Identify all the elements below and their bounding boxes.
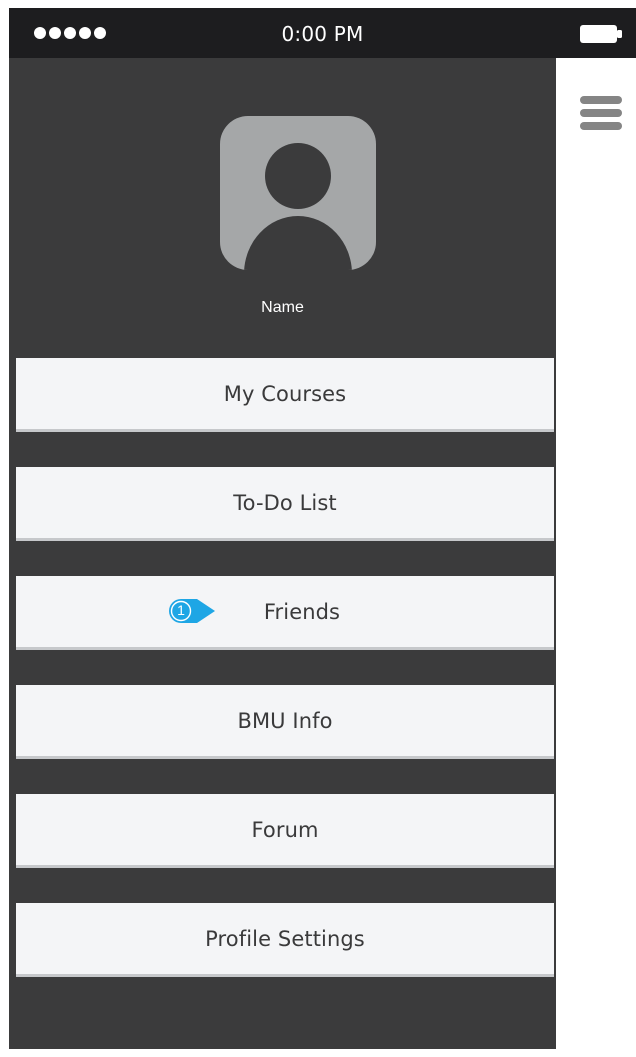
menu-item-to-do-list[interactable]: To-Do List [16,467,554,541]
hamburger-icon[interactable] [580,96,622,130]
phone-screen: 0:00 PM Name My Courses To-Do List 1 Fri… [9,8,636,1049]
menu-item-label: BMU Info [237,708,333,733]
menu-item-label: To-Do List [233,490,337,515]
annotation-marker-icon: 1 [169,595,219,627]
menu-item-label: Forum [251,817,319,842]
profile-name: Name [261,299,304,316]
menu-item-label: Friends [263,599,341,624]
menu-item-bmu-info[interactable]: BMU Info [16,685,554,759]
hamburger-bar [580,122,622,130]
status-bar: 0:00 PM [9,8,636,58]
menu-item-friends[interactable]: 1 Friends [16,576,554,650]
menu-item-my-courses[interactable]: My Courses [16,358,554,432]
annotation-number: 1 [177,602,185,618]
avatar[interactable] [220,116,376,270]
menu-item-profile-settings[interactable]: Profile Settings [16,903,554,977]
main-content [556,58,636,1049]
status-time: 0:00 PM [281,22,364,46]
menu-item-forum[interactable]: Forum [16,794,554,868]
menu-item-label: My Courses [223,381,347,406]
navigation-drawer: Name My Courses To-Do List 1 Friends BMU… [9,58,556,1049]
battery-icon [580,25,622,43]
menu-item-label: Profile Settings [205,926,365,951]
hamburger-bar [580,96,622,104]
person-icon [244,143,352,270]
hamburger-bar [580,109,622,117]
